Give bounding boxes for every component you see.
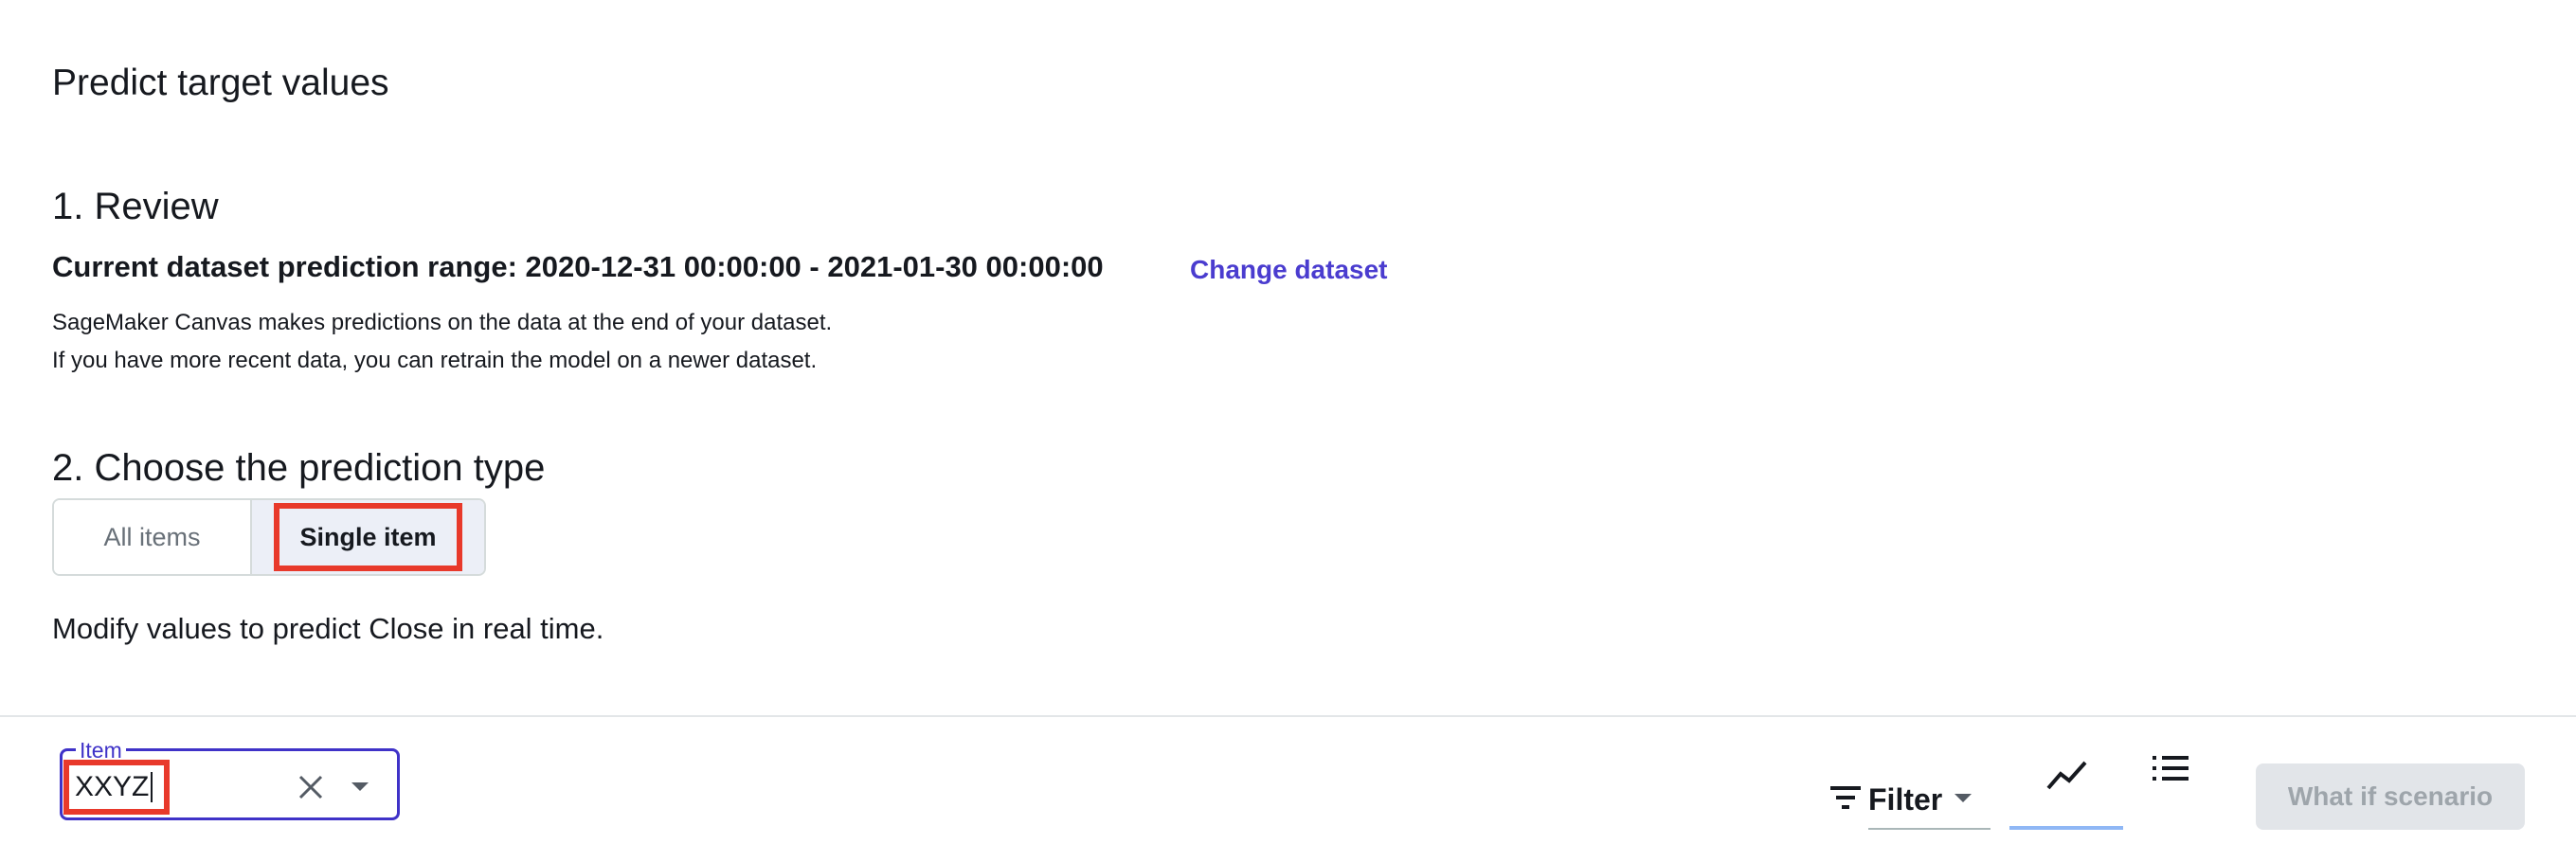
item-input[interactable]: XXYZ bbox=[63, 760, 170, 815]
filter-label: Filter bbox=[1868, 782, 1943, 817]
section-divider bbox=[0, 715, 2576, 717]
clear-icon[interactable] bbox=[296, 772, 326, 802]
single-item-label: Single item bbox=[274, 503, 462, 571]
filter-caret-icon bbox=[1952, 790, 1974, 810]
prediction-type-toggle: All items Single item bbox=[52, 498, 486, 576]
list-icon bbox=[2151, 756, 2190, 786]
review-heading: 1. Review bbox=[52, 186, 219, 227]
single-item-option[interactable]: Single item bbox=[250, 500, 484, 574]
change-dataset-link[interactable]: Change dataset bbox=[1190, 255, 1388, 285]
review-description-1: SageMaker Canvas makes predictions on th… bbox=[52, 310, 833, 335]
review-description-2: If you have more recent data, you can re… bbox=[52, 348, 818, 373]
line-chart-icon bbox=[2046, 760, 2088, 797]
list-view-tab[interactable] bbox=[2151, 754, 2207, 811]
filter-button[interactable]: Filter bbox=[1828, 782, 1974, 817]
prediction-range: Current dataset prediction range: 2020-1… bbox=[52, 250, 1104, 283]
filter-icon bbox=[1828, 783, 1863, 817]
item-value: XXYZ bbox=[75, 772, 153, 802]
page-title: Predict target values bbox=[52, 63, 389, 103]
chevron-down-icon[interactable] bbox=[347, 777, 373, 796]
line-chart-tab[interactable] bbox=[2009, 748, 2124, 830]
what-if-scenario-button[interactable]: What if scenario bbox=[2256, 763, 2525, 830]
modify-instructions: Modify values to predict Close in real t… bbox=[52, 612, 604, 645]
prediction-type-heading: 2. Choose the prediction type bbox=[52, 447, 546, 489]
all-items-option[interactable]: All items bbox=[54, 500, 250, 574]
filter-underline bbox=[1868, 828, 1991, 830]
active-tab-underline bbox=[2009, 826, 2123, 830]
